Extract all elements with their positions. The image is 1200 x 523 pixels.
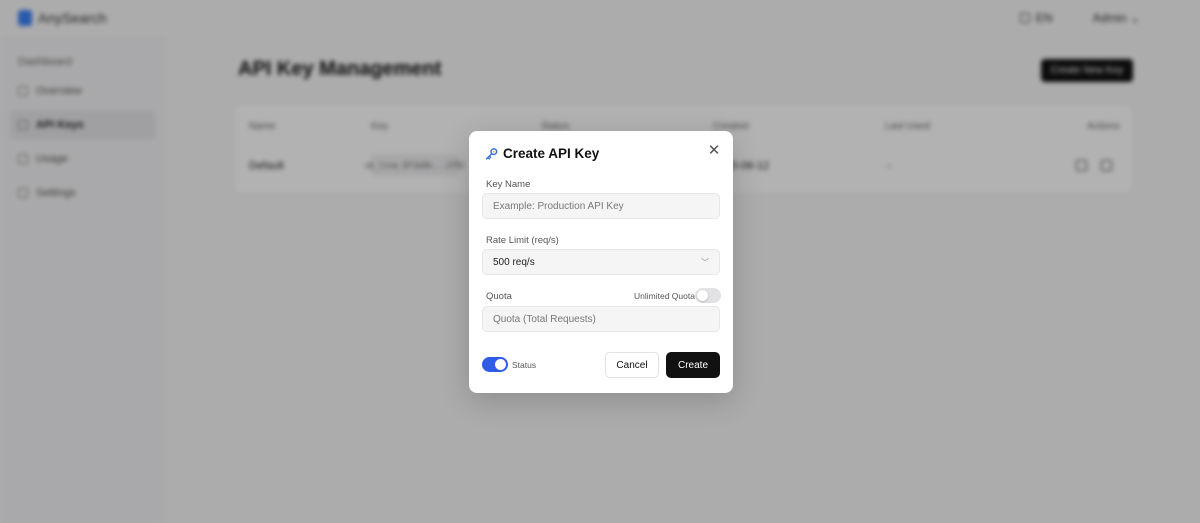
key-name-input[interactable] xyxy=(482,193,720,219)
rate-limit-value: 500 req/s xyxy=(493,256,535,268)
create-button[interactable]: Create xyxy=(666,352,720,378)
key-name-label: Key Name xyxy=(486,179,531,190)
chevron-down-icon: ﹀ xyxy=(701,257,709,267)
dialog-title: Create API Key xyxy=(485,146,599,161)
unlimited-quota-label: Unlimited Quota xyxy=(634,291,695,301)
close-icon[interactable]: ✕ xyxy=(707,143,721,158)
toggle-knob xyxy=(495,359,506,370)
rate-limit-label: Rate Limit (req/s) xyxy=(486,235,559,246)
unlimited-quota-toggle[interactable] xyxy=(695,288,721,303)
dialog-title-text: Create API Key xyxy=(503,146,600,161)
toggle-knob xyxy=(697,290,708,301)
key-icon xyxy=(485,147,498,160)
cancel-button[interactable]: Cancel xyxy=(605,352,659,378)
rate-limit-select[interactable]: 500 req/s ﹀ xyxy=(482,249,720,275)
create-api-key-dialog: Create API Key ✕ Key Name Rate Limit (re… xyxy=(469,131,733,393)
quota-input[interactable] xyxy=(482,306,720,332)
quota-label: Quota xyxy=(486,291,512,302)
status-toggle[interactable] xyxy=(482,357,508,372)
status-label: Status xyxy=(512,360,537,370)
